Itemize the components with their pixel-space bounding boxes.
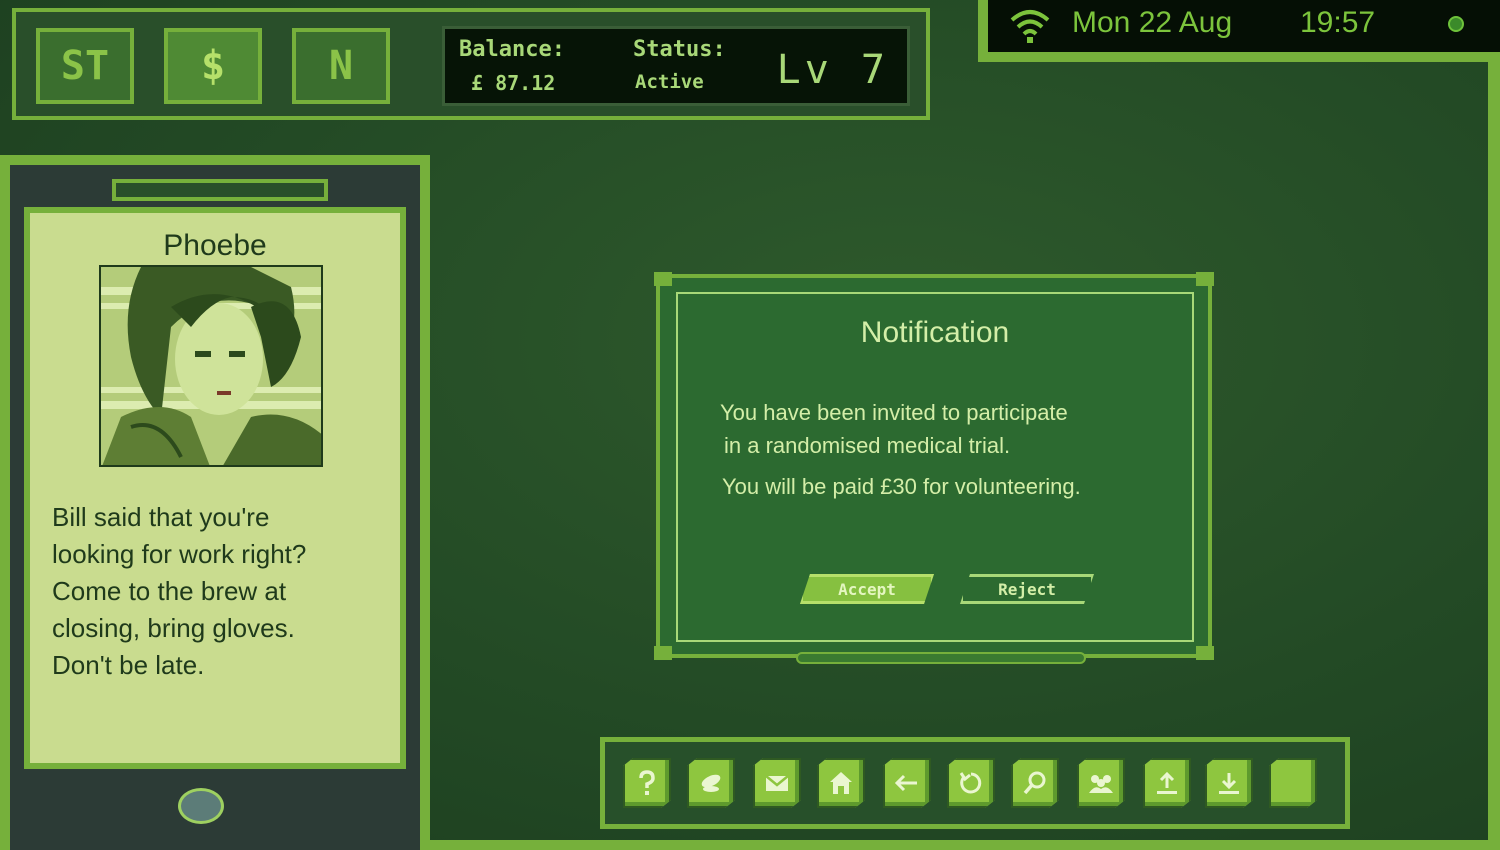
dialog-text-line-3: You will be paid £30 for volunteering. [722,474,1081,499]
clock-date: Mon 22 Aug [1072,6,1233,39]
phone-home-button[interactable] [178,788,224,824]
dialog-corner [1196,272,1214,286]
stats-panel: Balance: £ 87.12 Status: Active Lv 7 [442,26,910,106]
phone-device: Phoebe Bill said that you're looking for… [0,155,430,850]
group-icon[interactable] [1077,758,1125,808]
stats-tab-button[interactable]: ST [36,28,134,104]
frame-right-edge [1488,60,1500,850]
dialog-footer-bar [796,652,1086,664]
phone-message: Bill said that you're looking for work r… [52,502,307,680]
clock-bar: Mon 22 Aug 19:57 [978,0,1500,62]
notification-dialog: Notification You have been invited to pa… [654,272,1214,664]
status-label: Status: [633,37,726,62]
blank-icon[interactable] [1269,758,1317,808]
back-arrow-icon[interactable] [883,758,931,808]
home-icon[interactable] [817,758,865,808]
dialog-text-line-1: You have been invited to participate [720,400,1068,425]
dialog-title: Notification [860,316,1010,349]
wifi-icon [1010,10,1050,43]
contact-portrait [99,265,323,467]
balance-value: £ 87.12 [471,71,556,95]
upload-icon[interactable] [1143,758,1191,808]
reject-button[interactable]: Reject [960,574,1094,604]
phone-screen: Phoebe Bill said that you're looking for… [24,207,406,769]
search-icon[interactable] [1011,758,1059,808]
clock-time: 19:57 [1300,6,1376,39]
news-tab-button[interactable]: N [292,28,390,104]
dialog-corner [1196,646,1214,660]
dialog-corner [654,272,672,286]
help-icon[interactable] [623,758,671,808]
pill-icon[interactable] [687,758,735,808]
refresh-icon[interactable] [947,758,995,808]
download-icon[interactable] [1205,758,1253,808]
status-dot-icon [1448,16,1464,32]
accept-button[interactable]: Accept [800,574,934,604]
top-stat-bar: ST $ N Balance: £ 87.12 Status: Active L… [12,8,930,120]
dialog-corner [654,646,672,660]
dialog-text-line-2: in a randomised medical trial. [724,433,1011,458]
status-value: Active [635,71,704,93]
app-toolbar [600,737,1350,829]
level-indicator: Lv 7 [776,47,889,93]
dialog-content: Notification You have been invited to pa… [676,292,1194,642]
phone-speaker [112,179,328,201]
mail-icon[interactable] [753,758,801,808]
balance-label: Balance: [459,37,565,62]
money-tab-button[interactable]: $ [164,28,262,104]
contact-name: Phoebe [163,229,267,262]
